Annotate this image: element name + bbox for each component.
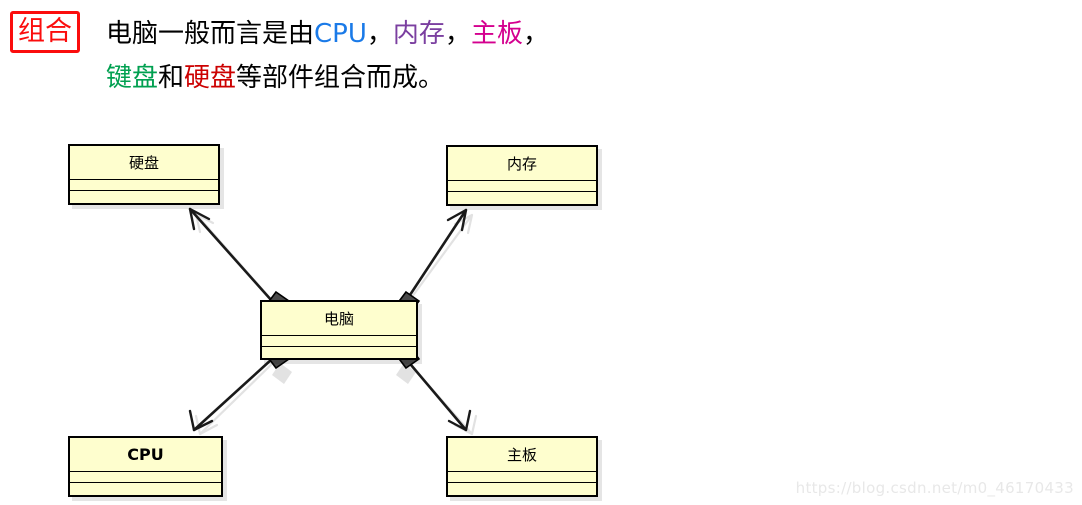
uml-class-yingpan[interactable]: 硬盘	[68, 144, 220, 205]
uml-class-name: 内存	[448, 147, 596, 181]
uml-class-name: 主板	[448, 438, 596, 472]
uml-class-zhuban[interactable]: 主板	[446, 436, 598, 497]
csdn-watermark: https://blog.csdn.net/m0_46170433	[795, 479, 1074, 497]
arrowhead-cpu	[188, 409, 214, 432]
uml-operations-compartment	[262, 347, 416, 358]
edge-diannao-cpu	[193, 358, 273, 431]
uml-attributes-compartment	[262, 336, 416, 347]
uml-attributes-compartment	[448, 472, 596, 483]
uml-class-diannao[interactable]: 电脑	[260, 300, 418, 360]
uml-class-name: 硬盘	[70, 146, 218, 180]
uml-class-name: CPU	[70, 438, 221, 472]
uml-attributes-compartment	[448, 181, 596, 192]
uml-operations-compartment	[70, 191, 218, 202]
arrowhead-neicun	[446, 208, 468, 232]
connector-layer	[188, 207, 478, 436]
uml-class-neicun[interactable]: 内存	[446, 145, 598, 206]
uml-class-name: 电脑	[262, 302, 416, 336]
uml-attributes-compartment	[70, 180, 218, 191]
uml-attributes-compartment	[70, 472, 221, 483]
uml-class-diagram: 硬盘 内存 电脑 CPU 主板	[0, 0, 1082, 505]
uml-operations-compartment	[448, 483, 596, 494]
edge-diannao-zhuban	[405, 358, 467, 431]
uml-operations-compartment	[448, 192, 596, 203]
arrowhead-zhuban	[447, 409, 472, 432]
edge-diannao-yingpan	[189, 208, 273, 302]
uml-class-cpu[interactable]: CPU	[68, 436, 223, 497]
arrowhead-yingpan	[188, 207, 211, 231]
uml-operations-compartment	[70, 483, 221, 494]
edge-diannao-neicun	[404, 209, 468, 302]
